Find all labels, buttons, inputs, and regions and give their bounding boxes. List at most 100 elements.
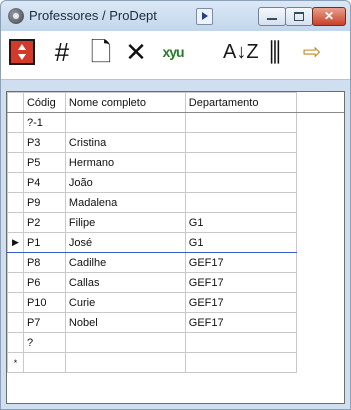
cell-departamento[interactable]: [184, 172, 297, 193]
cell-empty[interactable]: [295, 172, 344, 193]
cell-nome[interactable]: Hermano: [64, 152, 186, 173]
row-selector[interactable]: [7, 112, 24, 133]
cell-empty[interactable]: [295, 272, 344, 293]
navigate-icon[interactable]: [9, 39, 35, 65]
table-row[interactable]: P3 Cristina: [7, 132, 344, 153]
cell-nome[interactable]: Callas: [64, 272, 186, 293]
new-record-icon[interactable]: 🗋: [86, 37, 116, 67]
cell-nome[interactable]: Curie: [64, 292, 186, 313]
cell-empty[interactable]: [295, 332, 344, 353]
app-window: Professores / ProDept ✕ # 🗋 ✕ xyu A↓Z ⫼ …: [0, 0, 351, 410]
cell-departamento[interactable]: [184, 132, 297, 153]
row-selector[interactable]: [7, 152, 24, 173]
cell-codigo[interactable]: ?-1: [22, 112, 66, 133]
delete-icon[interactable]: ✕: [121, 37, 151, 67]
cell-nome[interactable]: Madalena: [64, 192, 186, 213]
table-row[interactable]: P4 João: [7, 172, 344, 193]
cell-departamento[interactable]: G1: [184, 212, 297, 233]
grid-icon[interactable]: #: [47, 37, 77, 67]
new-row-marker[interactable]: *: [7, 352, 24, 373]
cell-empty[interactable]: [295, 152, 344, 173]
app-icon: [8, 8, 24, 24]
title-bar[interactable]: Professores / ProDept ✕: [1, 1, 350, 31]
close-icon: ✕: [323, 9, 335, 23]
data-grid[interactable]: Códig Nome completo Departamento ?-1 P3 Cr…: [6, 91, 345, 404]
cell-codigo[interactable]: P1: [22, 232, 66, 253]
cell-empty[interactable]: [295, 312, 344, 333]
cell-new[interactable]: [64, 352, 186, 373]
cell-new[interactable]: [22, 352, 66, 373]
table-row[interactable]: P2 Filipe G1: [7, 212, 344, 233]
cell-codigo[interactable]: P10: [22, 292, 66, 313]
cell-nome[interactable]: João: [64, 172, 186, 193]
column-header-departamento[interactable]: Departamento: [184, 92, 297, 113]
cell-nome[interactable]: Filipe: [64, 212, 186, 233]
cell-nome[interactable]: Cristina: [64, 132, 186, 153]
cell-empty[interactable]: [295, 252, 344, 273]
cell-empty[interactable]: [295, 212, 344, 233]
cell-codigo[interactable]: P4: [22, 172, 66, 193]
column-header-empty: [295, 92, 344, 113]
sort-icon[interactable]: A↓Z: [223, 37, 259, 67]
minimize-button[interactable]: [258, 7, 286, 26]
table-row[interactable]: ▶ P1 José G1: [7, 232, 344, 253]
table-row[interactable]: P9 Madalena: [7, 192, 344, 213]
close-button[interactable]: ✕: [312, 7, 346, 26]
cell-nome[interactable]: [64, 332, 186, 353]
row-selector[interactable]: [7, 192, 24, 213]
cell-codigo[interactable]: P2: [22, 212, 66, 233]
row-selector[interactable]: [7, 132, 24, 153]
cell-nome[interactable]: [64, 112, 186, 133]
cell-new[interactable]: [184, 352, 297, 373]
cell-departamento[interactable]: GEF17: [184, 272, 297, 293]
row-selector[interactable]: [7, 312, 24, 333]
row-selector[interactable]: [7, 292, 24, 313]
cell-departamento[interactable]: GEF17: [184, 292, 297, 313]
cell-departamento[interactable]: GEF17: [184, 312, 297, 333]
cell-departamento[interactable]: [184, 112, 297, 133]
cell-codigo[interactable]: P7: [22, 312, 66, 333]
columns-icon[interactable]: ⫼: [260, 37, 290, 67]
column-header-codigo[interactable]: Códig: [22, 92, 66, 113]
row-selector[interactable]: [7, 252, 24, 273]
row-selector[interactable]: [7, 272, 24, 293]
table-row[interactable]: P7 Nobel GEF17: [7, 312, 344, 333]
cell-codigo[interactable]: P9: [22, 192, 66, 213]
cell-empty[interactable]: [295, 292, 344, 313]
cell-codigo[interactable]: ?: [22, 332, 66, 353]
cell-codigo[interactable]: P8: [22, 252, 66, 273]
cell-new[interactable]: [295, 352, 344, 373]
cell-nome[interactable]: José: [64, 232, 186, 253]
table-row[interactable]: ?-1: [7, 112, 344, 133]
row-selector[interactable]: [7, 212, 24, 233]
cell-codigo[interactable]: P3: [22, 132, 66, 153]
cell-empty[interactable]: [295, 132, 344, 153]
cell-codigo[interactable]: P5: [22, 152, 66, 173]
new-record-row[interactable]: *: [7, 352, 344, 373]
play-arrow-icon[interactable]: [196, 8, 213, 25]
table-row[interactable]: P8 Cadilhe GEF17: [7, 252, 344, 273]
cell-departamento[interactable]: [184, 192, 297, 213]
cell-departamento[interactable]: G1: [184, 232, 297, 253]
records-table: Códig Nome completo Departamento ?-1 P3 Cr…: [7, 92, 344, 373]
cell-departamento[interactable]: [184, 152, 297, 173]
table-row[interactable]: P6 Callas GEF17: [7, 272, 344, 293]
cell-departamento[interactable]: GEF17: [184, 252, 297, 273]
filter-icon[interactable]: xyu: [158, 37, 188, 67]
table-row[interactable]: ?: [7, 332, 344, 353]
cell-codigo[interactable]: P6: [22, 272, 66, 293]
export-icon[interactable]: ⇨: [297, 37, 327, 67]
column-header-nome[interactable]: Nome completo: [64, 92, 186, 113]
maximize-button[interactable]: [285, 7, 313, 26]
row-selector[interactable]: [7, 332, 24, 353]
cell-nome[interactable]: Cadilhe: [64, 252, 186, 273]
cell-empty[interactable]: [295, 232, 344, 253]
row-selector[interactable]: ▶: [7, 232, 24, 253]
table-row[interactable]: P5 Hermano: [7, 152, 344, 173]
row-selector[interactable]: [7, 172, 24, 193]
table-row[interactable]: P10 Curie GEF17: [7, 292, 344, 313]
cell-departamento[interactable]: [184, 332, 297, 353]
cell-nome[interactable]: Nobel: [64, 312, 186, 333]
cell-empty[interactable]: [295, 192, 344, 213]
cell-empty[interactable]: [295, 112, 344, 133]
